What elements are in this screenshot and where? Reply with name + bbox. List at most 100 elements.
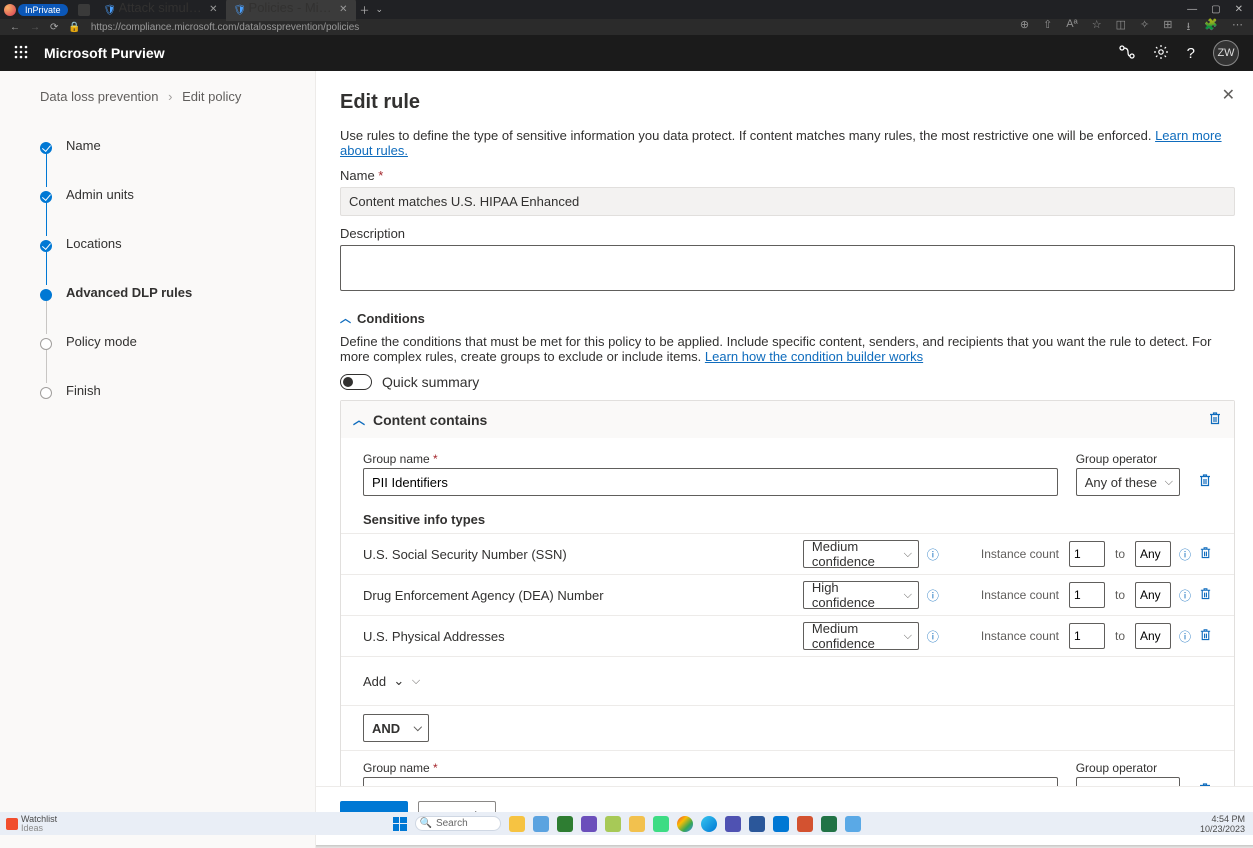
address-bar[interactable]: https://compliance.microsoft.com/datalos… xyxy=(91,22,359,33)
info-icon[interactable]: ⓘ xyxy=(1177,587,1193,604)
flow-icon[interactable] xyxy=(1119,44,1135,63)
quick-summary-toggle[interactable] xyxy=(340,374,372,390)
more-icon[interactable]: ⋯ xyxy=(1232,18,1243,37)
taskbar-app-icon[interactable] xyxy=(581,816,597,832)
step-finish[interactable]: Finish xyxy=(40,383,295,402)
delete-sit-button[interactable] xyxy=(1199,587,1212,603)
conditions-heading: Conditions xyxy=(357,311,425,326)
chrome-icon[interactable] xyxy=(677,816,693,832)
tab-title: Attack simulation training - Mic xyxy=(119,0,205,15)
start-button[interactable] xyxy=(393,817,407,831)
content-contains-label: Content contains xyxy=(373,412,487,428)
group-name-label: Group name xyxy=(363,761,1058,775)
collections-icon[interactable]: ⊞ xyxy=(1163,18,1172,37)
taskbar-news-widget[interactable]: Watchlist Ideas xyxy=(0,813,63,835)
word-icon[interactable] xyxy=(749,816,765,832)
instance-max-input[interactable] xyxy=(1135,623,1171,649)
delete-condition-button[interactable] xyxy=(1208,411,1222,428)
help-icon[interactable]: ? xyxy=(1187,45,1195,62)
step-name[interactable]: Name xyxy=(40,138,295,157)
info-icon[interactable]: ⓘ xyxy=(925,587,941,604)
close-panel-button[interactable]: ✕ xyxy=(1222,85,1235,105)
refresh-icon[interactable]: ⟳ xyxy=(50,22,58,33)
delete-sit-button[interactable] xyxy=(1199,546,1212,562)
tab-actions-chevron-icon[interactable]: ⌄ xyxy=(376,4,384,15)
excel-icon[interactable] xyxy=(821,816,837,832)
maximize-icon[interactable]: ▢ xyxy=(1211,4,1220,15)
rule-name-field: Content matches U.S. HIPAA Enhanced xyxy=(340,187,1235,216)
conditions-section-header[interactable]: ︿ Conditions xyxy=(340,310,1235,326)
step-advanced-dlp[interactable]: Advanced DLP rules xyxy=(40,285,295,304)
confidence-dropdown[interactable]: Medium confidence xyxy=(803,622,919,650)
taskbar-search[interactable]: 🔍 Search xyxy=(415,816,501,831)
instance-min-input[interactable] xyxy=(1069,582,1105,608)
info-icon[interactable]: ⓘ xyxy=(925,628,941,645)
taskbar-app-icon[interactable] xyxy=(533,816,549,832)
wizard-steps: Name Admin units Locations Advanced DLP … xyxy=(40,138,295,402)
browser-tab-inactive[interactable]: 🛡 Attack simulation training - Mic ✕ xyxy=(96,0,226,21)
instance-count-label: Instance count xyxy=(981,629,1059,643)
share-icon[interactable]: ⇧ xyxy=(1043,18,1052,37)
close-window-icon[interactable]: ✕ xyxy=(1235,4,1243,15)
add-sit-dropdown[interactable]: Add ⌄ xyxy=(363,667,426,695)
content-contains-header[interactable]: ︿ Content contains xyxy=(341,401,1234,438)
read-aloud-icon[interactable]: Aª xyxy=(1066,18,1077,37)
taskbar-app-icon[interactable] xyxy=(605,816,621,832)
back-icon[interactable]: ← xyxy=(10,22,20,33)
favorite-icon[interactable]: ☆ xyxy=(1092,18,1102,37)
delete-group-button[interactable] xyxy=(1198,473,1212,490)
zoom-icon[interactable]: ⊕ xyxy=(1020,18,1029,37)
group-operator-dropdown[interactable]: Any of these xyxy=(1076,468,1180,496)
edge-icon[interactable] xyxy=(701,816,717,832)
taskbar-app-icon[interactable] xyxy=(509,816,525,832)
tab-close-icon[interactable]: ✕ xyxy=(339,4,347,15)
logical-operator-dropdown[interactable]: AND xyxy=(363,714,429,742)
user-avatar[interactable]: ZW xyxy=(1213,40,1239,66)
tab-close-icon[interactable]: ✕ xyxy=(209,4,217,15)
instance-min-input[interactable] xyxy=(1069,541,1105,567)
description-textarea[interactable] xyxy=(340,245,1235,291)
instance-max-input[interactable] xyxy=(1135,582,1171,608)
taskbar-app-icon[interactable] xyxy=(773,816,789,832)
new-tab-button[interactable]: ＋ xyxy=(360,2,370,17)
taskbar-app-icon[interactable] xyxy=(629,816,645,832)
tab-groups-icon[interactable] xyxy=(78,4,90,16)
sensitive-info-types-heading: Sensitive info types xyxy=(341,502,1234,533)
confidence-dropdown[interactable]: Medium confidence xyxy=(803,540,919,568)
favorites-bar-icon[interactable]: ✧ xyxy=(1140,18,1149,37)
browser-tab-active[interactable]: 🛡 Policies - Microsoft Purview ✕ xyxy=(226,0,356,21)
name-label: Name xyxy=(340,168,1235,183)
instance-max-input[interactable] xyxy=(1135,541,1171,567)
taskbar-app-icon[interactable] xyxy=(653,816,669,832)
teams-icon[interactable] xyxy=(725,816,741,832)
step-policy-mode[interactable]: Policy mode xyxy=(40,334,295,353)
step-locations[interactable]: Locations xyxy=(40,236,295,255)
step-admin-units[interactable]: Admin units xyxy=(40,187,295,206)
powerpoint-icon[interactable] xyxy=(797,816,813,832)
minimize-icon[interactable]: ― xyxy=(1187,4,1197,15)
breadcrumb-root[interactable]: Data loss prevention xyxy=(40,89,159,104)
step-complete-icon xyxy=(40,142,52,154)
group-name-input[interactable] xyxy=(363,468,1058,496)
group-operator-dropdown[interactable]: Any of these xyxy=(1076,777,1180,786)
windows-taskbar: Watchlist Ideas 🔍 Search 4:54 PM 10/23/2… xyxy=(0,812,1253,835)
condition-builder-link[interactable]: Learn how the condition builder works xyxy=(705,349,923,364)
taskbar-app-icon[interactable] xyxy=(845,816,861,832)
info-icon[interactable]: ⓘ xyxy=(1177,628,1193,645)
group-name-input[interactable] xyxy=(363,777,1058,786)
left-rail: Data loss prevention › Edit policy Name … xyxy=(0,71,316,848)
extensions-icon[interactable]: 🧩 xyxy=(1204,18,1218,37)
downloads-icon[interactable]: ⭳ xyxy=(1186,18,1190,37)
step-complete-icon xyxy=(40,191,52,203)
taskbar-app-icon[interactable] xyxy=(557,816,573,832)
info-icon[interactable]: ⓘ xyxy=(925,546,941,563)
split-screen-icon[interactable]: ◫ xyxy=(1116,18,1126,37)
info-icon[interactable]: ⓘ xyxy=(1177,546,1193,563)
taskbar-clock[interactable]: 4:54 PM 10/23/2023 xyxy=(1192,814,1253,834)
delete-sit-button[interactable] xyxy=(1199,628,1212,644)
settings-gear-icon[interactable] xyxy=(1153,44,1169,63)
app-launcher-icon[interactable] xyxy=(14,45,28,62)
instance-min-input[interactable] xyxy=(1069,623,1105,649)
quick-summary-label: Quick summary xyxy=(382,374,479,390)
confidence-dropdown[interactable]: High confidence xyxy=(803,581,919,609)
